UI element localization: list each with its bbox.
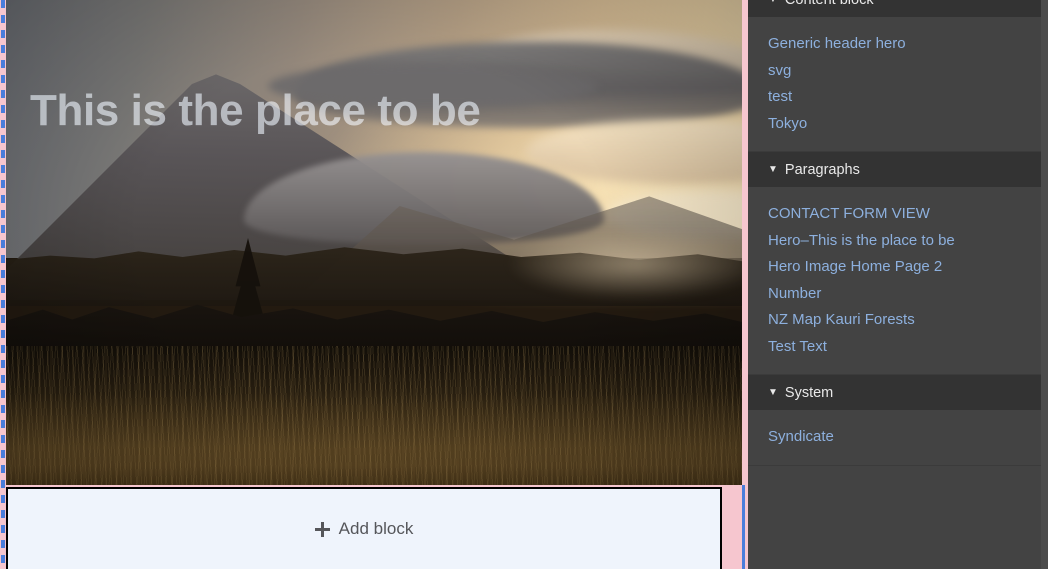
sidebar-item-hero-image-home-page-2[interactable]: Hero Image Home Page 2 <box>748 254 1048 281</box>
chevron-down-icon: ▼ <box>768 163 778 175</box>
page-root: This is the place to be Add block ▼ Cont… <box>0 0 1048 569</box>
block-selection-guide-left <box>1 0 5 569</box>
sidebar-section-header-content-block[interactable]: ▼ Content block <box>748 0 1048 17</box>
sidebar-item-number[interactable]: Number <box>748 281 1048 308</box>
sidebar-item-test-text[interactable]: Test Text <box>748 334 1048 361</box>
editor-canvas: This is the place to be Add block <box>0 0 748 569</box>
sidebar-section-body-paragraphs: CONTACT FORM VIEW Hero–This is the place… <box>748 187 1048 375</box>
sidebar-item-test[interactable]: test <box>748 84 1048 111</box>
sidebar-section-body-content-block: Generic header hero svg test Tokyo <box>748 17 1048 152</box>
sidebar-item-tokyo[interactable]: Tokyo <box>748 111 1048 138</box>
sidebar-section-header-paragraphs[interactable]: ▼ Paragraphs <box>748 152 1048 187</box>
sidebar-item-svg[interactable]: svg <box>748 58 1048 85</box>
sidebar-section-title: System <box>784 384 834 401</box>
sidebar-section-header-system[interactable]: ▼ System <box>748 375 1048 410</box>
sidebar-item-nz-map-kauri-forests[interactable]: NZ Map Kauri Forests <box>748 307 1048 334</box>
add-block-label: Add block <box>338 519 414 538</box>
chevron-down-icon: ▼ <box>768 386 778 398</box>
sidebar-item-contact-form-view[interactable]: CONTACT FORM VIEW <box>748 201 1048 228</box>
hero-block[interactable]: This is the place to be <box>6 0 742 485</box>
add-block-button[interactable]: Add block <box>307 515 422 543</box>
block-selection-guide-right <box>742 485 745 569</box>
hero-background-image <box>6 0 742 485</box>
sidebar-item-hero-this-is-the-place-to-be[interactable]: Hero–This is the place to be <box>748 228 1048 255</box>
sidebar-section-body-system: Syndicate <box>748 410 1048 466</box>
sidebar-scrollbar[interactable] <box>1041 0 1048 569</box>
sidebar-empty-space <box>748 465 1048 569</box>
sidebar-section-title: Content block <box>785 0 874 8</box>
block-library-sidebar: ▼ Content block Generic header hero svg … <box>748 0 1048 569</box>
sidebar-section-title: Paragraphs <box>784 161 860 178</box>
add-block-panel: Add block <box>6 487 722 569</box>
sidebar-item-generic-header-hero[interactable]: Generic header hero <box>748 31 1048 58</box>
chevron-down-icon: ▼ <box>768 0 778 5</box>
photo-vignette <box>6 0 742 485</box>
plus-icon <box>314 521 330 537</box>
sidebar-item-syndicate[interactable]: Syndicate <box>748 424 1048 451</box>
hero-title: This is the place to be <box>30 86 481 135</box>
